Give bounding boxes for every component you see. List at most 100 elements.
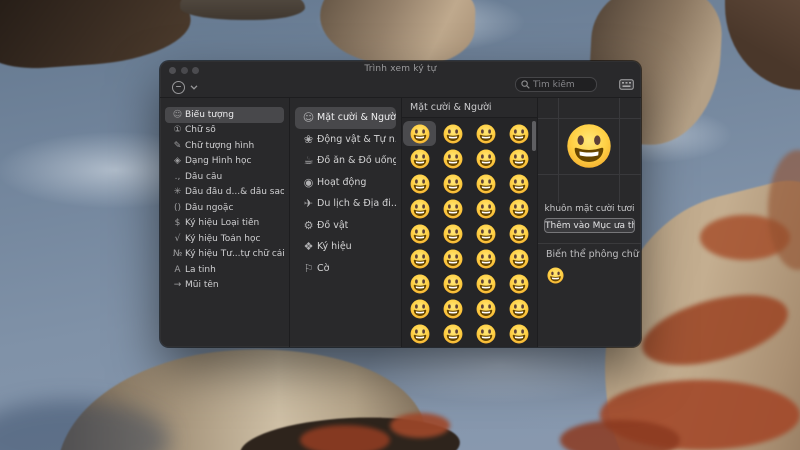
- emoji-cell[interactable]: [436, 296, 469, 321]
- emoji-cell[interactable]: [469, 296, 502, 321]
- sidebar-item[interactable]: A La tinh: [165, 262, 284, 278]
- emoji-category-item[interactable]: ☺ Mặt cười & Người: [295, 107, 396, 129]
- emoji-glyph: [509, 249, 529, 269]
- sidebar-item[interactable]: ., Dấu câu: [165, 169, 284, 185]
- emoji-glyph: [476, 174, 496, 194]
- sidebar-item[interactable]: → Mũi tên: [165, 278, 284, 294]
- flag-icon: ⚐: [303, 261, 314, 275]
- emoji-category-item[interactable]: ◉ Hoạt động: [295, 172, 396, 194]
- wallpaper-rock-island: [180, 0, 305, 20]
- pencil-icon: ✎: [173, 140, 182, 151]
- emoji-cell[interactable]: [403, 121, 436, 146]
- window-title: Trình xem ký tự: [364, 64, 437, 74]
- emoji-cell[interactable]: [436, 221, 469, 246]
- emoji-cell[interactable]: [403, 271, 436, 296]
- emoji-cell[interactable]: [502, 221, 535, 246]
- wallpaper-vegetation: [300, 425, 390, 450]
- sidebar-item[interactable]: № Ký hiệu Tư...tự chữ cái: [165, 247, 284, 263]
- emoji-cell[interactable]: [403, 171, 436, 196]
- sidebar-item[interactable]: ✳ Dấu đầu d...& dấu sao: [165, 185, 284, 201]
- emoji-cell[interactable]: [436, 171, 469, 196]
- sidebar-item[interactable]: ☺ Biểu tượng: [165, 107, 284, 123]
- emoji-cell[interactable]: [502, 121, 535, 146]
- minimize-button[interactable]: [180, 67, 188, 74]
- search-field[interactable]: [515, 77, 597, 92]
- emoji-cell[interactable]: [469, 196, 502, 221]
- emoji-caption: khuôn mặt cười tươi: [544, 204, 635, 214]
- emoji-cell[interactable]: [469, 271, 502, 296]
- emoji-cell[interactable]: [502, 196, 535, 221]
- search-input[interactable]: [533, 79, 591, 90]
- emoji-glyph: [443, 274, 463, 294]
- emoji-cell[interactable]: [403, 296, 436, 321]
- face-circle-icon: [172, 80, 185, 94]
- emoji-cell[interactable]: [469, 246, 502, 271]
- sidebar-item-label: La tinh: [185, 264, 216, 275]
- emoji-cell[interactable]: [469, 221, 502, 246]
- emoji-category-item[interactable]: ❖ Ký hiệu: [295, 236, 396, 258]
- emoji-cell[interactable]: [403, 246, 436, 271]
- emoji-glyph: [509, 149, 529, 169]
- emoji-glyph: [509, 224, 529, 244]
- emoji-glyph: [509, 324, 529, 344]
- emoji-cell[interactable]: [469, 321, 502, 346]
- soccer-ball-icon: ◉: [303, 175, 314, 189]
- emoji-glyph: [410, 299, 430, 319]
- emoji-cell[interactable]: [469, 146, 502, 171]
- emoji-glyph: [509, 274, 529, 294]
- emoji-glyph: [476, 249, 496, 269]
- grid-scrollbar[interactable]: [532, 121, 536, 151]
- travel-places-icon: ✈: [303, 197, 314, 211]
- sidebar-item-label: Chữ số: [185, 125, 216, 136]
- emoji-cell[interactable]: [436, 146, 469, 171]
- sidebar-item[interactable]: ✎ Chữ tượng hình: [165, 138, 284, 154]
- font-variation-header: Biến thể phông chữ: [546, 249, 639, 260]
- emoji-category-item[interactable]: ☕ Đồ ăn & Đồ uống: [295, 150, 396, 172]
- emoji-cell[interactable]: [403, 221, 436, 246]
- animals-nature-icon: ❀: [303, 132, 314, 146]
- emoji-cell[interactable]: [502, 146, 535, 171]
- emoji-category-list: ☺ Mặt cười & Người ❀ Động vật & Tự n... …: [290, 98, 401, 347]
- emoji-cell[interactable]: [403, 146, 436, 171]
- currency-icon: $: [174, 218, 181, 229]
- close-button[interactable]: [169, 67, 176, 74]
- emoji-cell[interactable]: [436, 196, 469, 221]
- wallpaper-vegetation: [390, 413, 450, 438]
- sidebar-item-label: Dạng Hình học: [185, 156, 252, 167]
- sidebar-item[interactable]: ◈ Dạng Hình học: [165, 154, 284, 170]
- font-variation-item[interactable]: [538, 260, 641, 288]
- emoji-cell[interactable]: [469, 171, 502, 196]
- emoji-category-item[interactable]: ⚙ Đồ vật: [295, 215, 396, 237]
- zoom-button[interactable]: [192, 67, 199, 74]
- character-viewer-toggle-button[interactable]: [618, 78, 634, 90]
- emoji-cell[interactable]: [436, 321, 469, 346]
- emoji-cell[interactable]: [403, 321, 436, 346]
- emoji-cell[interactable]: [403, 196, 436, 221]
- add-to-favorites-button[interactable]: Thêm vào Mục ưa thích: [544, 218, 635, 233]
- emoji-cell[interactable]: [502, 271, 535, 296]
- sidebar-item-label: Chữ tượng hình: [185, 140, 255, 151]
- emoji-glyph: [509, 124, 529, 144]
- traffic-lights: [169, 67, 199, 74]
- emoji-cell[interactable]: [469, 121, 502, 146]
- emoji-cell[interactable]: [502, 321, 535, 346]
- emoji-glyph: [476, 274, 496, 294]
- sidebar-item[interactable]: () Dấu ngoặc: [165, 200, 284, 216]
- sidebar-item-label: Dấu đầu d...& dấu sao: [185, 187, 284, 198]
- emoji-category-item[interactable]: ⚐ Cờ: [295, 258, 396, 280]
- sidebar-item[interactable]: ① Chữ số: [165, 123, 284, 139]
- emoji-cell[interactable]: [436, 121, 469, 146]
- emoji-cell[interactable]: [436, 271, 469, 296]
- emoji-cell[interactable]: [502, 171, 535, 196]
- sidebar-item[interactable]: √ Ký hiệu Toán học: [165, 231, 284, 247]
- emoji-cell[interactable]: [436, 246, 469, 271]
- category-label: Hoạt động: [317, 176, 367, 188]
- sidebar-item[interactable]: $ Ký hiệu Loại tiền: [165, 216, 284, 232]
- sidebar-item-label: Dấu ngoặc: [185, 202, 234, 213]
- emoji-category-item[interactable]: ✈ Du lịch & Địa đi...: [295, 193, 396, 215]
- emoji-glyph: [509, 199, 529, 219]
- view-options-button[interactable]: [172, 80, 198, 94]
- emoji-cell[interactable]: [502, 246, 535, 271]
- emoji-cell[interactable]: [502, 296, 535, 321]
- emoji-category-item[interactable]: ❀ Động vật & Tự n...: [295, 129, 396, 151]
